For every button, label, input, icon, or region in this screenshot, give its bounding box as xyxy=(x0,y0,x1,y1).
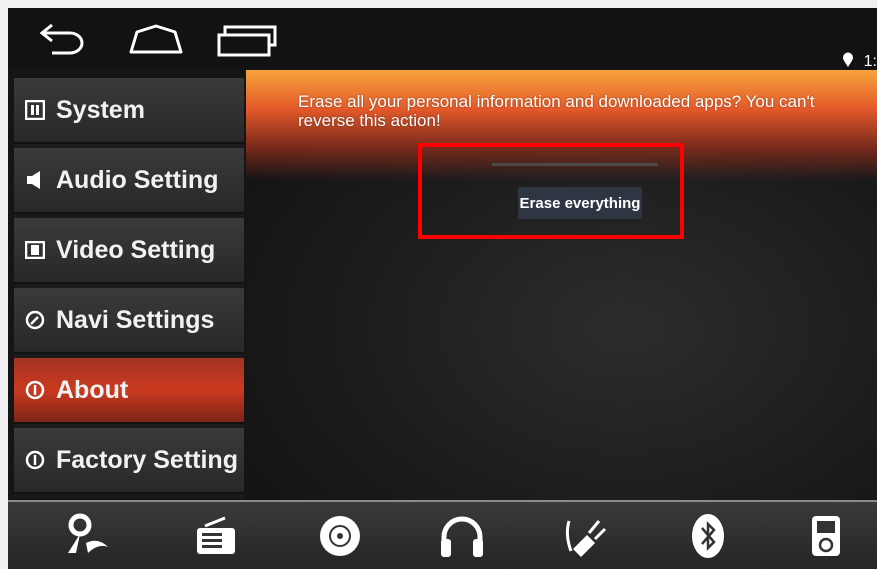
compass-icon xyxy=(22,307,48,333)
about-panel: Erase all your personal information and … xyxy=(246,70,877,500)
recent-apps-icon[interactable] xyxy=(214,18,280,62)
sidebar-item-label: System xyxy=(56,95,145,124)
info-icon xyxy=(22,377,48,403)
headphones-icon[interactable] xyxy=(436,510,488,562)
sidebar-item-label: Video Setting xyxy=(56,235,216,264)
ipod-icon[interactable] xyxy=(800,510,852,562)
sidebar-item-label: Factory Setting xyxy=(56,445,238,474)
sidebar-item-video-setting[interactable]: Video Setting xyxy=(14,218,244,284)
sidebar-item-about[interactable]: About xyxy=(14,358,244,424)
sidebar-item-label: About xyxy=(56,375,129,404)
erase-warning-message: Erase all your personal information and … xyxy=(298,92,815,130)
clock: 1: xyxy=(863,53,877,70)
settings-sidebar: System Audio Setting Video Setting Navi … xyxy=(14,78,244,498)
speaker-icon xyxy=(22,167,48,193)
info-icon xyxy=(22,447,48,473)
sidebar-item-factory-setting[interactable]: Factory Setting xyxy=(14,428,244,494)
sidebar-item-label: Audio Setting xyxy=(56,165,219,194)
disc-icon[interactable] xyxy=(314,510,366,562)
radio-icon[interactable] xyxy=(190,510,242,562)
home-icon[interactable] xyxy=(126,18,186,62)
sidebar-item-audio-setting[interactable]: Audio Setting xyxy=(14,148,244,214)
sidebar-item-system[interactable]: System xyxy=(14,78,244,144)
aux-plug-icon[interactable] xyxy=(560,510,612,562)
navigation-bar: 1: xyxy=(8,8,877,70)
bluetooth-icon[interactable] xyxy=(682,510,734,562)
sidebar-item-label: Navi Settings xyxy=(56,305,215,334)
system-icon xyxy=(22,97,48,123)
highlight-box xyxy=(418,143,684,239)
navigation-icon[interactable] xyxy=(58,510,110,562)
film-icon xyxy=(22,237,48,263)
bottom-dock xyxy=(8,500,877,569)
sidebar-item-navi-settings[interactable]: Navi Settings xyxy=(14,288,244,354)
head-unit-screen: 1: System Audio Setting Video Setting Na… xyxy=(8,8,877,569)
back-icon[interactable] xyxy=(34,18,90,62)
